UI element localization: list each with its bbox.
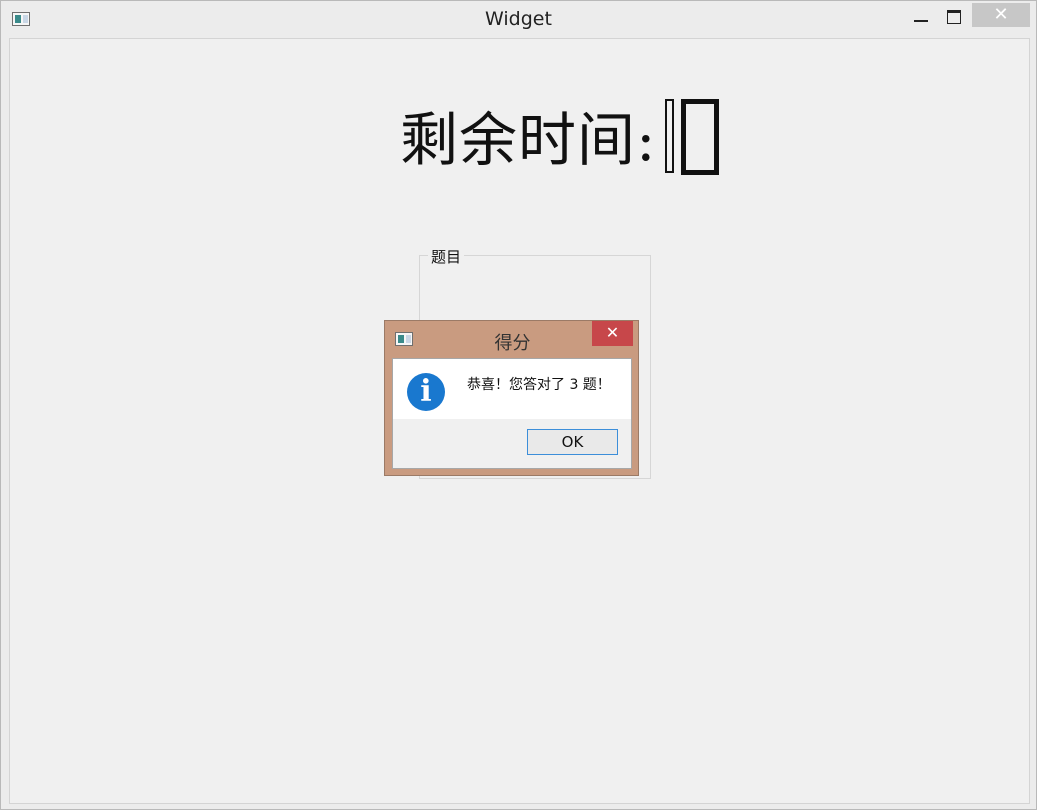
close-icon: ✕ (993, 4, 1009, 25)
lcd-number (661, 97, 725, 175)
dialog-message: 恭喜！您答对了 3 题！ (467, 377, 611, 393)
lcd-digit-0 (680, 99, 719, 175)
groupbox-title: 题目 (428, 246, 465, 267)
information-icon: i (407, 373, 445, 411)
title-bar[interactable]: Widget ✕ (1, 1, 1036, 37)
score-dialog: 得分 ✕ i 恭喜！您答对了 3 题！ OK (384, 320, 639, 476)
close-icon: ✕ (605, 323, 620, 342)
remaining-time-label: 剩余时间: (400, 106, 657, 174)
dialog-message-area: i 恭喜！您答对了 3 题！ (393, 359, 631, 419)
lcd-digit-1 (664, 99, 674, 173)
timer-display: 剩余时间: (400, 95, 725, 175)
close-button[interactable]: ✕ (972, 3, 1030, 27)
minimize-button[interactable] (906, 7, 936, 31)
dialog-body: i 恭喜！您答对了 3 题！ OK (392, 358, 632, 469)
maximize-button[interactable] (939, 7, 969, 31)
dialog-close-button[interactable]: ✕ (592, 321, 633, 346)
ok-button[interactable]: OK (527, 429, 618, 455)
window-title: Widget (485, 8, 552, 30)
